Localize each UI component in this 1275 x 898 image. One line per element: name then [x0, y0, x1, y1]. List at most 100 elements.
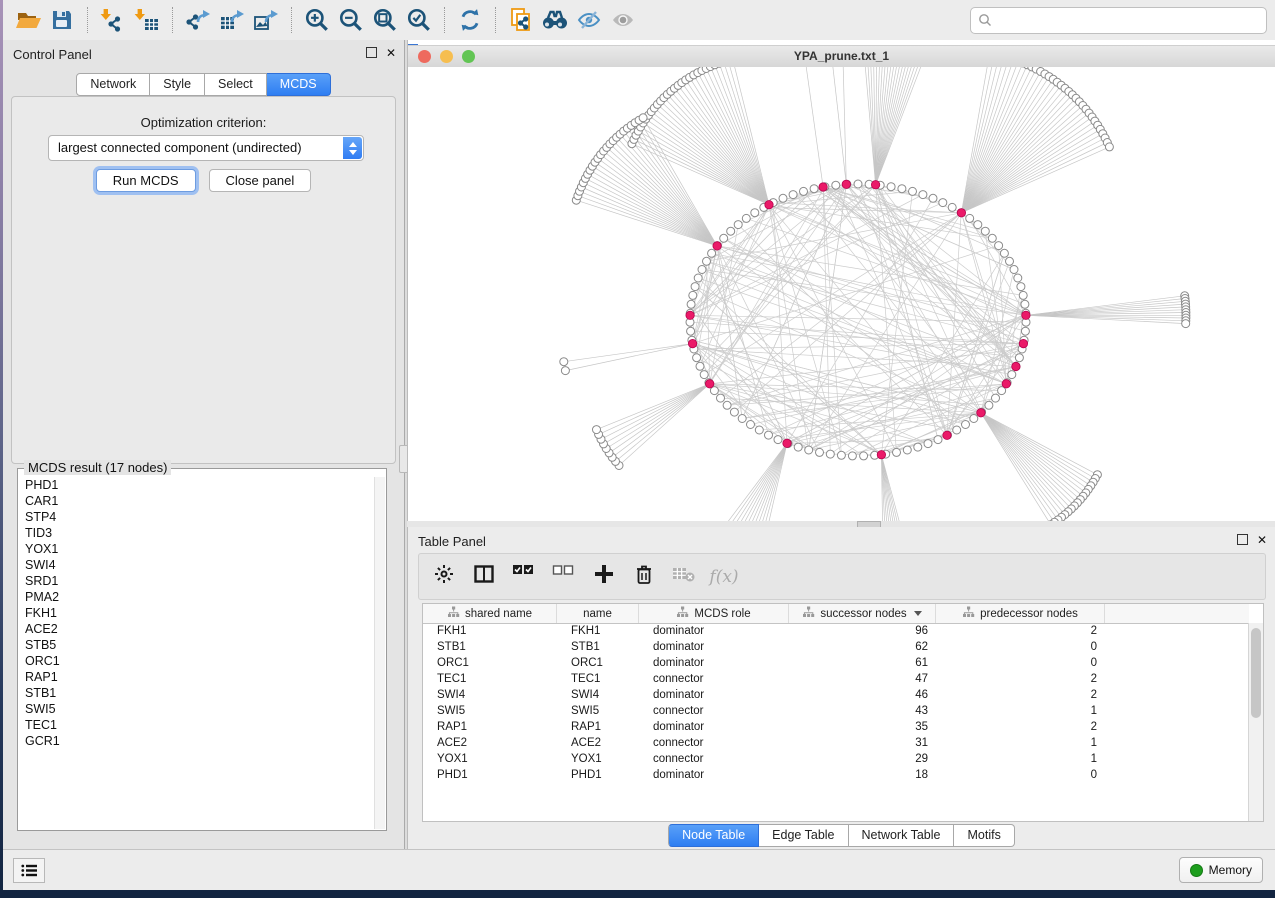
zoom-out-button[interactable] — [334, 5, 368, 35]
search-input[interactable] — [997, 10, 1262, 31]
float-panel-icon[interactable] — [366, 47, 377, 58]
table-row[interactable]: YOX1YOX1connector291 — [423, 751, 1249, 767]
table-row[interactable]: ORC1ORC1dominator610 — [423, 655, 1249, 671]
zoom-selected-button[interactable] — [402, 5, 436, 35]
mcds-node-item[interactable]: RAP1 — [19, 669, 375, 685]
duplicate-network-button[interactable] — [504, 5, 538, 35]
table-row[interactable]: PHD1PHD1dominator180 — [423, 767, 1249, 783]
mcds-node-item[interactable]: TID3 — [19, 525, 375, 541]
open-file-button[interactable] — [11, 5, 45, 35]
tab-motifs[interactable]: Motifs — [954, 824, 1014, 847]
hide-selected-button[interactable] — [572, 5, 606, 35]
show-columns-button[interactable] — [471, 564, 497, 590]
cell-name: ORC1 — [557, 655, 639, 671]
zoom-in-button[interactable] — [300, 5, 334, 35]
attribute-type-icon — [676, 606, 689, 621]
clear-table-button — [671, 564, 697, 590]
close-panel-button[interactable]: Close panel — [209, 169, 312, 192]
mcds-node-item[interactable]: SWI4 — [19, 557, 375, 573]
export-network-button[interactable] — [181, 5, 215, 35]
tab-network-table[interactable]: Network Table — [849, 824, 955, 847]
table-row[interactable]: FKH1FKH1dominator962 — [423, 623, 1249, 639]
table-settings-button[interactable] — [431, 564, 457, 590]
apply-layout-button[interactable] — [453, 5, 487, 35]
cell-successor-nodes: 96 — [789, 623, 936, 639]
cell-name: ACE2 — [557, 735, 639, 751]
import-network-button[interactable] — [96, 5, 130, 35]
task-history-button[interactable] — [13, 858, 45, 883]
first-neighbors-icon — [541, 8, 569, 32]
mcds-node-item[interactable]: STB5 — [19, 637, 375, 653]
table-row[interactable]: STB1STB1dominator620 — [423, 639, 1249, 655]
deselect-all-button[interactable] — [551, 564, 577, 590]
save-session-icon — [50, 8, 74, 32]
tab-mcds[interactable]: MCDS — [267, 73, 331, 96]
close-table-panel-icon[interactable]: ✕ — [1257, 535, 1267, 545]
cell-predecessor-nodes: 2 — [936, 719, 1105, 735]
network-titlebar[interactable]: YPA_prune.txt_1 — [408, 45, 1275, 68]
mcds-result-group: MCDS result (17 nodes) PHD1CAR1STP4TID3Y… — [17, 468, 387, 831]
cell-shared-name: SWI5 — [423, 703, 557, 719]
column-header-shared-name[interactable]: shared name — [423, 604, 557, 623]
show-all-button[interactable] — [606, 5, 640, 35]
main-toolbar — [3, 0, 1275, 41]
run-mcds-button[interactable]: Run MCDS — [96, 169, 196, 192]
search-box[interactable] — [970, 7, 1267, 34]
add-column-button[interactable] — [591, 564, 617, 590]
select-all-button[interactable] — [511, 564, 537, 590]
attribute-type-icon — [447, 606, 460, 621]
cell-successor-nodes: 62 — [789, 639, 936, 655]
table-row[interactable]: ACE2ACE2connector311 — [423, 735, 1249, 751]
column-header-name[interactable]: name — [557, 604, 639, 623]
mcds-list-scrollbar[interactable] — [374, 477, 385, 829]
float-table-panel-icon[interactable] — [1237, 534, 1248, 545]
column-header-successor-nodes[interactable]: successor nodes — [789, 604, 936, 623]
cell-shared-name: RAP1 — [423, 719, 557, 735]
close-panel-icon[interactable]: ✕ — [386, 48, 396, 58]
cell-successor-nodes: 46 — [789, 687, 936, 703]
mcds-node-item[interactable]: ACE2 — [19, 621, 375, 637]
mcds-node-item[interactable]: FKH1 — [19, 605, 375, 621]
mcds-node-item[interactable]: SWI5 — [19, 701, 375, 717]
tab-style[interactable]: Style — [150, 73, 205, 96]
mcds-node-item[interactable]: ORC1 — [19, 653, 375, 669]
cell-predecessor-nodes: 0 — [936, 639, 1105, 655]
import-table-button[interactable] — [130, 5, 164, 35]
table-row[interactable]: SWI4SWI4dominator462 — [423, 687, 1249, 703]
table-scrollbar-thumb[interactable] — [1251, 628, 1261, 718]
hide-selected-icon — [576, 8, 602, 32]
mcds-node-item[interactable]: PMA2 — [19, 589, 375, 605]
mcds-node-item[interactable]: CAR1 — [19, 493, 375, 509]
network-canvas[interactable] — [408, 67, 1275, 521]
tab-node-table[interactable]: Node Table — [668, 824, 759, 847]
cell-name: TEC1 — [557, 671, 639, 687]
mcds-node-item[interactable]: TEC1 — [19, 717, 375, 733]
mcds-node-item[interactable]: STP4 — [19, 509, 375, 525]
table-scrollbar[interactable] — [1248, 623, 1263, 821]
save-session-button[interactable] — [45, 5, 79, 35]
mcds-node-item[interactable]: PHD1 — [19, 477, 375, 493]
tab-select[interactable]: Select — [205, 73, 267, 96]
column-header-predecessor-nodes[interactable]: predecessor nodes — [936, 604, 1105, 623]
first-neighbors-button[interactable] — [538, 5, 572, 35]
mcds-node-item[interactable]: YOX1 — [19, 541, 375, 557]
mcds-result-list[interactable]: PHD1CAR1STP4TID3YOX1SWI4SRD1PMA2FKH1ACE2… — [19, 477, 375, 829]
mcds-node-item[interactable]: GCR1 — [19, 733, 375, 749]
criterion-dropdown[interactable]: largest connected component (undirected) — [48, 135, 364, 161]
mcds-node-item[interactable]: STB1 — [19, 685, 375, 701]
export-image-button[interactable] — [249, 5, 283, 35]
mcds-node-item[interactable]: SRD1 — [19, 573, 375, 589]
tab-network[interactable]: Network — [76, 73, 150, 96]
cell-predecessor-nodes: 0 — [936, 655, 1105, 671]
table-row[interactable]: SWI5SWI5connector431 — [423, 703, 1249, 719]
column-header-MCDS-role[interactable]: MCDS role — [639, 604, 789, 623]
table-row[interactable]: RAP1RAP1dominator352 — [423, 719, 1249, 735]
export-image-icon — [253, 8, 280, 32]
zoom-fit-button[interactable] — [368, 5, 402, 35]
tab-edge-table[interactable]: Edge Table — [759, 824, 848, 847]
delete-column-button[interactable] — [631, 564, 657, 590]
export-table-button[interactable] — [215, 5, 249, 35]
memory-button[interactable]: Memory — [1179, 857, 1263, 883]
table-row[interactable]: TEC1TEC1connector472 — [423, 671, 1249, 687]
cell-predecessor-nodes: 0 — [936, 767, 1105, 783]
